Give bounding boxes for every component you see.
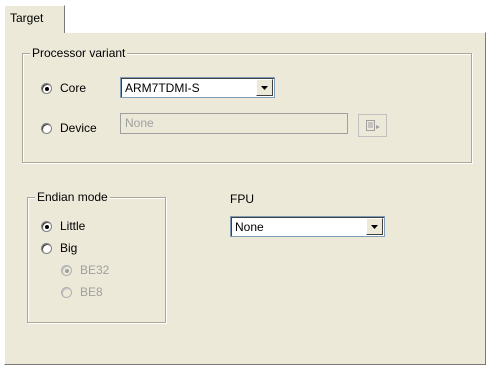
little-radio[interactable]: Little (41, 219, 85, 233)
fpu-label: FPU (230, 192, 254, 206)
tab-target-label: Target (10, 11, 44, 25)
device-radio[interactable]: Device (41, 121, 97, 135)
be8-radio-button[interactable] (61, 286, 72, 298)
little-radio-label: Little (60, 219, 86, 233)
chevron-down-icon[interactable] (256, 79, 273, 96)
core-radio[interactable]: Core (41, 81, 86, 95)
processor-variant-group: Processor variant (22, 46, 472, 163)
endian-mode-legend: Endian mode (35, 190, 110, 204)
endian-mode-group: Endian mode (27, 190, 166, 323)
be32-radio-label: BE32 (80, 263, 110, 277)
be32-radio-button[interactable] (61, 264, 72, 276)
little-radio-button[interactable] (41, 220, 52, 232)
big-radio-button[interactable] (41, 242, 52, 254)
chevron-down-icon[interactable] (366, 218, 383, 235)
tab-target[interactable]: Target (4, 5, 65, 33)
device-radio-label: Device (60, 121, 97, 135)
big-radio[interactable]: Big (41, 241, 77, 255)
device-browse-button[interactable] (358, 114, 387, 137)
core-select-value: ARM7TDMI-S (125, 80, 200, 95)
be8-radio[interactable]: BE8 (61, 285, 103, 299)
fpu-select[interactable]: None (230, 216, 385, 237)
device-field-value: None (125, 116, 154, 130)
browse-icon (365, 119, 380, 131)
device-field[interactable]: None (120, 113, 348, 134)
be32-radio[interactable]: BE32 (61, 263, 109, 277)
device-radio-button[interactable] (41, 122, 52, 134)
core-radio-label: Core (60, 81, 87, 95)
processor-variant-legend: Processor variant (30, 46, 128, 60)
fpu-select-value: None (235, 219, 264, 234)
core-radio-button[interactable] (41, 82, 52, 94)
be8-radio-label: BE8 (80, 285, 103, 299)
core-select[interactable]: ARM7TDMI-S (120, 77, 275, 98)
big-radio-label: Big (60, 241, 78, 255)
